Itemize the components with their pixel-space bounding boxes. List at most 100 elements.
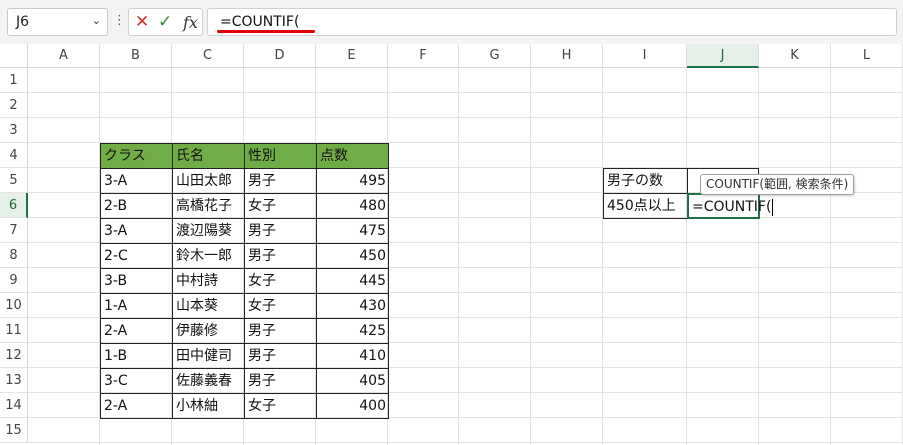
row-header-7[interactable]: 7 [0, 218, 28, 243]
column-header-g[interactable]: G [459, 44, 531, 68]
enter-icon[interactable]: ✓ [158, 12, 172, 32]
column-header-f[interactable]: F [388, 44, 459, 68]
function-tooltip: COUNTIF(範囲, 検索条件) [700, 174, 855, 195]
gridline-horizontal [28, 92, 903, 93]
table-cell[interactable]: 480 [316, 193, 389, 219]
table-cell[interactable]: 女子 [244, 268, 317, 294]
table-cell[interactable]: 男子 [244, 218, 317, 244]
table-cell[interactable]: 475 [316, 218, 389, 244]
active-cell-formula: =COUNTIF( [692, 199, 772, 215]
table-cell[interactable]: 3-B [100, 268, 173, 294]
row-header-8[interactable]: 8 [0, 243, 28, 268]
select-all-corner[interactable] [0, 44, 28, 68]
active-cell-j6[interactable]: =COUNTIF( [687, 193, 774, 219]
chevron-down-icon[interactable]: ⌄ [92, 14, 101, 27]
row-header-9[interactable]: 9 [0, 268, 28, 293]
row-header-3[interactable]: 3 [0, 118, 28, 143]
row-header-14[interactable]: 14 [0, 393, 28, 418]
table-cell[interactable]: 430 [316, 293, 389, 319]
row-header-2[interactable]: 2 [0, 93, 28, 118]
column-header-k[interactable]: K [759, 44, 831, 68]
column-header-l[interactable]: L [831, 44, 903, 68]
table-cell[interactable]: 3-A [100, 168, 173, 194]
table-cell[interactable]: 鈴木一郎 [172, 243, 245, 269]
formula-buttons: ✕ ✓ fx [128, 8, 203, 36]
table-cell[interactable]: 405 [316, 368, 389, 394]
table-cell[interactable]: 450 [316, 243, 389, 269]
table-header-cell[interactable]: 性別 [244, 143, 317, 169]
column-header-d[interactable]: D [244, 44, 316, 68]
column-header-b[interactable]: B [100, 44, 172, 68]
table-cell[interactable]: 高橋花子 [172, 193, 245, 219]
table-header-cell[interactable]: クラス [100, 143, 173, 169]
cancel-icon[interactable]: ✕ [135, 12, 149, 32]
row-header-1[interactable]: 1 [0, 68, 28, 93]
column-header-c[interactable]: C [172, 44, 244, 68]
formula-underline [217, 30, 315, 33]
table-cell[interactable]: 男子 [244, 318, 317, 344]
table-cell[interactable]: 山本葵 [172, 293, 245, 319]
gridline-vertical [830, 68, 831, 445]
table-cell[interactable]: 伊藤修 [172, 318, 245, 344]
table-cell[interactable]: 2-A [100, 393, 173, 419]
gridline-vertical [530, 68, 531, 445]
gridline-vertical [686, 68, 687, 445]
row-header-5[interactable]: 5 [0, 168, 28, 193]
row-header-4[interactable]: 4 [0, 143, 28, 168]
table-cell[interactable]: 田中健司 [172, 343, 245, 369]
table-cell[interactable]: 男子 [244, 368, 317, 394]
column-header-j[interactable]: J [687, 44, 759, 68]
more-options-icon[interactable]: ⋮ [113, 13, 126, 28]
table-cell[interactable]: 400 [316, 393, 389, 419]
column-header-i[interactable]: I [603, 44, 687, 68]
table-border-right [388, 143, 389, 419]
spreadsheet-grid[interactable]: A B C D E F G H I J K L 1 2 3 4 5 6 7 8 9 10 11 12 13 14 15 クラス 氏名 性別… [0, 44, 903, 445]
table-cell[interactable]: 山田太郎 [172, 168, 245, 194]
name-box-value: J6 [16, 14, 30, 30]
row-header-11[interactable]: 11 [0, 318, 28, 343]
row-header-13[interactable]: 13 [0, 368, 28, 393]
table-cell[interactable]: 女子 [244, 193, 317, 219]
table-cell[interactable]: 445 [316, 268, 389, 294]
table-header-cell[interactable]: 点数 [316, 143, 389, 169]
table-cell[interactable]: 2-B [100, 193, 173, 219]
row-header-15[interactable]: 15 [0, 418, 28, 443]
row-header-10[interactable]: 10 [0, 293, 28, 318]
table-cell[interactable]: 女子 [244, 393, 317, 419]
text-cursor [772, 198, 774, 216]
table-cell[interactable]: 佐藤義春 [172, 368, 245, 394]
table-cell[interactable]: 渡辺陽葵 [172, 218, 245, 244]
table-cell[interactable]: 男子 [244, 343, 317, 369]
over-450-label: 450点以上 [603, 193, 688, 219]
table-border-bottom [100, 418, 389, 419]
row-header-12[interactable]: 12 [0, 343, 28, 368]
column-header-a[interactable]: A [28, 44, 100, 68]
male-count-label: 男子の数 [603, 168, 688, 194]
insert-function-icon[interactable]: fx [183, 13, 198, 32]
table-cell[interactable]: 3-A [100, 218, 173, 244]
table-cell[interactable]: 中村詩 [172, 268, 245, 294]
table-cell[interactable]: 1-A [100, 293, 173, 319]
table-cell[interactable]: 女子 [244, 293, 317, 319]
column-header-h[interactable]: H [531, 44, 603, 68]
table-header-cell[interactable]: 氏名 [172, 143, 245, 169]
row-header-6[interactable]: 6 [0, 193, 28, 218]
table-cell[interactable]: 3-C [100, 368, 173, 394]
formula-input[interactable]: =COUNTIF( [207, 8, 897, 36]
formula-text: =COUNTIF( [220, 14, 300, 30]
table-cell[interactable]: 小林紬 [172, 393, 245, 419]
gridline-vertical [758, 68, 759, 445]
gridline-horizontal [28, 117, 903, 118]
table-cell[interactable]: 425 [316, 318, 389, 344]
gridline-vertical [458, 68, 459, 445]
column-header-e[interactable]: E [316, 44, 388, 68]
table-cell[interactable]: 男子 [244, 243, 317, 269]
table-cell[interactable]: 1-B [100, 343, 173, 369]
gridline-horizontal [28, 442, 903, 443]
table-cell[interactable]: 495 [316, 168, 389, 194]
name-box[interactable]: J6 ⌄ [7, 8, 108, 36]
table-cell[interactable]: 男子 [244, 168, 317, 194]
table-cell[interactable]: 410 [316, 343, 389, 369]
table-cell[interactable]: 2-A [100, 318, 173, 344]
table-cell[interactable]: 2-C [100, 243, 173, 269]
